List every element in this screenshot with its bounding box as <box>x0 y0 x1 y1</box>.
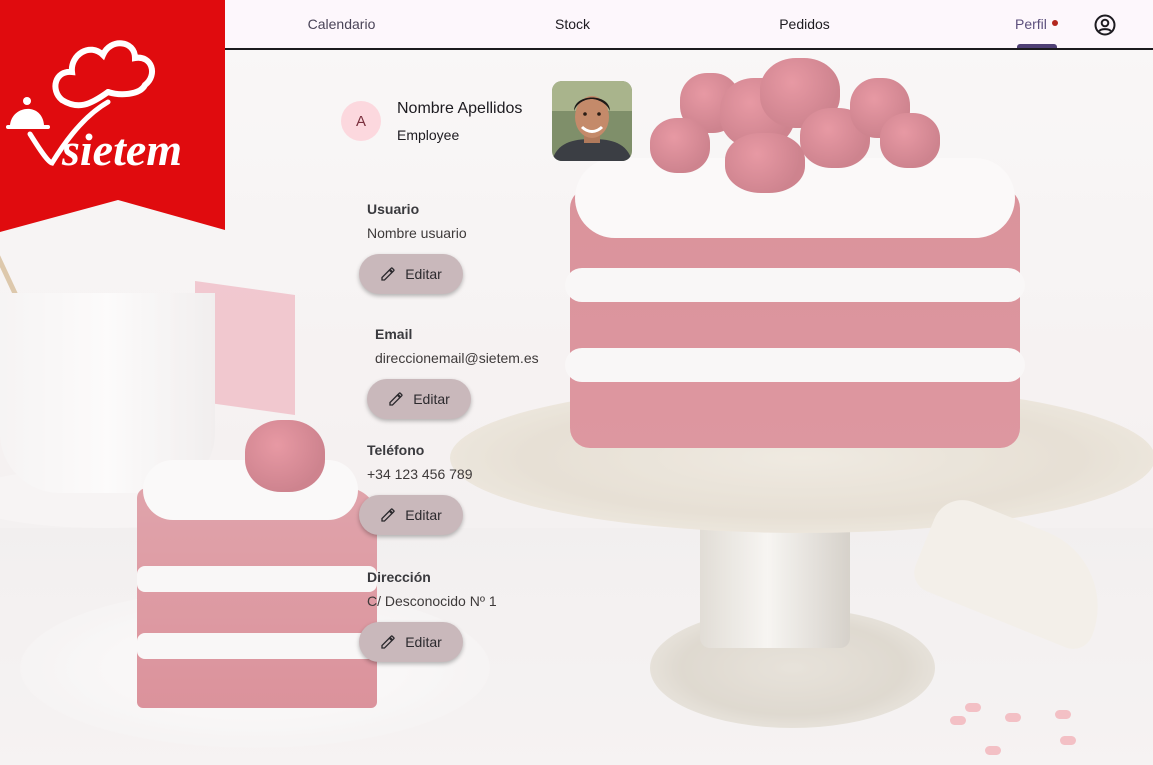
sietem-logo: sietem <box>0 0 225 232</box>
edit-button-label: Editar <box>405 266 442 282</box>
tab-label: Pedidos <box>779 16 830 32</box>
edit-button-label: Editar <box>405 507 442 523</box>
edit-direccion-button[interactable]: Editar <box>359 622 463 662</box>
tab-calendario[interactable]: Calendario <box>226 0 457 48</box>
field-label-telefono: Teléfono <box>367 442 425 458</box>
field-value-direccion: C/ Desconocido Nº 1 <box>367 593 497 609</box>
edit-button-label: Editar <box>405 634 442 650</box>
account-circle-icon <box>1094 14 1116 36</box>
edit-email-button[interactable]: Editar <box>367 379 471 419</box>
profile-photo <box>552 81 632 161</box>
tab-stock[interactable]: Stock <box>457 0 688 48</box>
profile-role: Employee <box>397 127 460 143</box>
field-value-telefono: +34 123 456 789 <box>367 466 473 482</box>
field-label-email: Email <box>375 326 413 342</box>
account-button[interactable] <box>1093 13 1117 37</box>
field-label-direccion: Dirección <box>367 569 431 585</box>
edit-telefono-button[interactable]: Editar <box>359 495 463 535</box>
notification-badge <box>1051 20 1058 26</box>
pencil-icon <box>381 508 395 522</box>
pencil-icon <box>389 392 403 406</box>
profile-name: Nombre Apellidos <box>397 100 523 117</box>
field-value-email: direccionemail@sietem.es <box>375 350 539 366</box>
tab-label: Calendario <box>307 16 376 32</box>
active-tab-indicator <box>1017 44 1057 48</box>
tab-perfil[interactable]: Perfil <box>921 0 1152 48</box>
tab-label: Stock <box>554 16 590 32</box>
field-label-usuario: Usuario <box>367 201 420 217</box>
tab-pedidos[interactable]: Pedidos <box>688 0 921 48</box>
avatar: A <box>341 101 381 141</box>
pencil-icon <box>381 635 395 649</box>
svg-text:sietem: sietem <box>61 124 182 175</box>
edit-usuario-button[interactable]: Editar <box>359 254 463 294</box>
tab-label: Perfil <box>1015 16 1047 32</box>
field-value-usuario: Nombre usuario <box>367 225 467 241</box>
pencil-icon <box>381 267 395 281</box>
edit-button-label: Editar <box>413 391 450 407</box>
